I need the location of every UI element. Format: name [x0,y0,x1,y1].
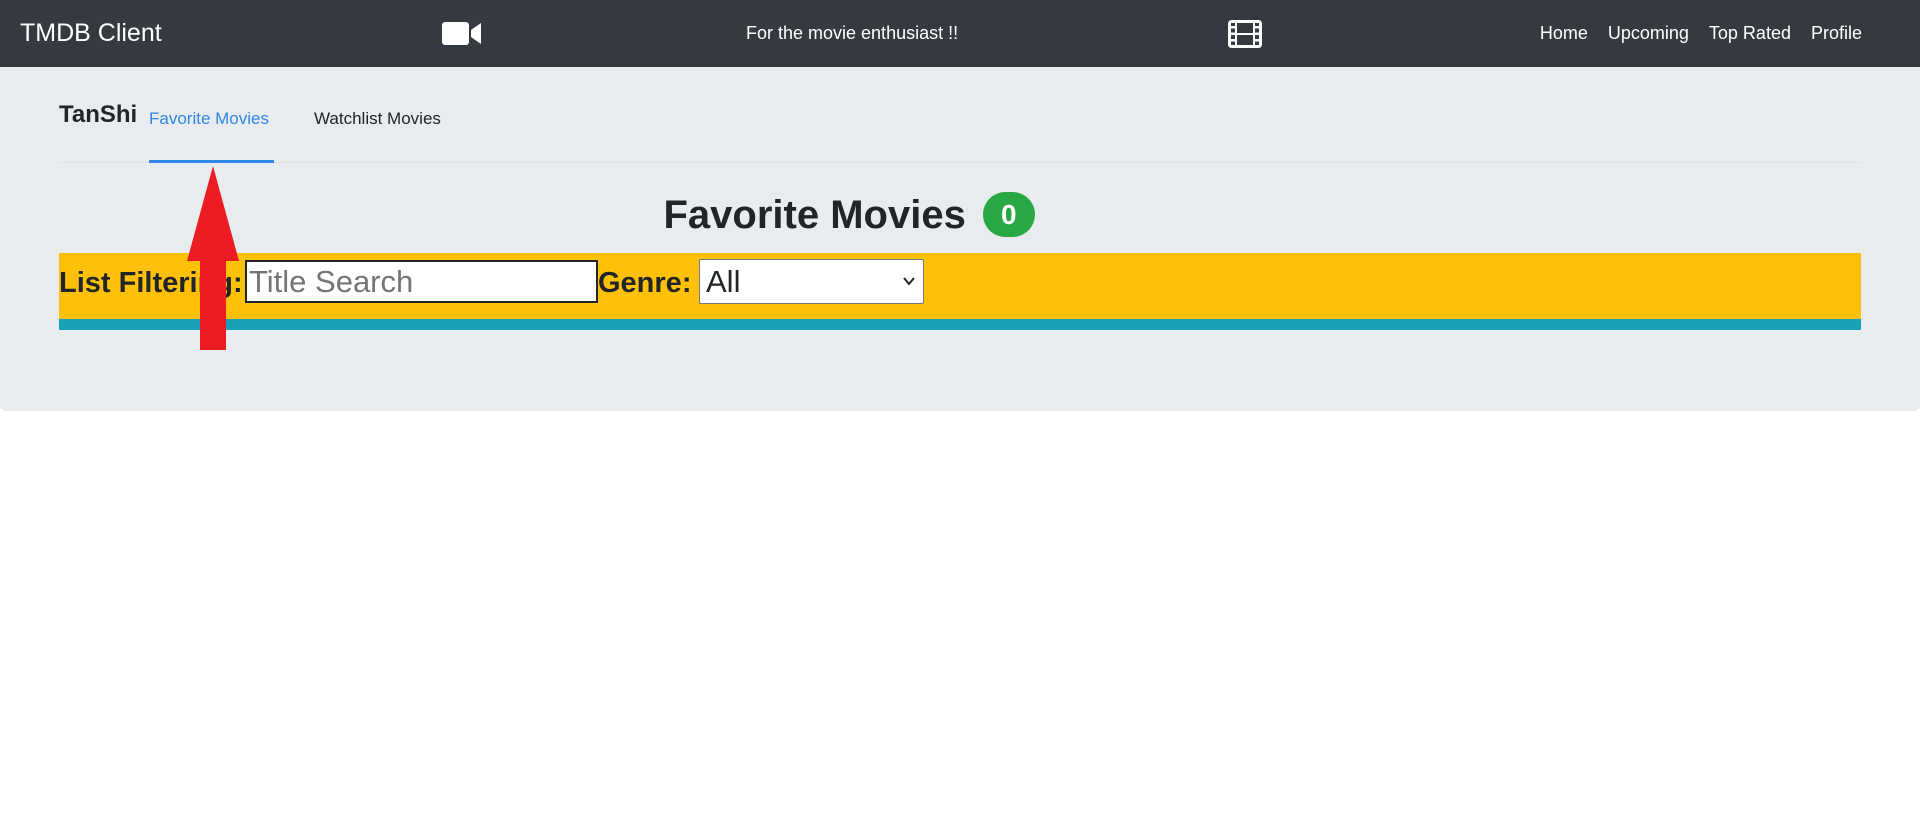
chevron-down-icon [903,277,915,286]
nav-upcoming-link[interactable]: Upcoming [1598,23,1699,44]
tab-watchlist-movies[interactable]: Watchlist Movies [314,109,441,163]
navbar-tagline: For the movie enthusiast !! [746,23,959,43]
film-icon [1228,20,1262,48]
nav-profile-link[interactable]: Profile [1801,23,1872,44]
genre-selected-value: All [706,264,741,299]
section-heading: Favorite Movies 0 [0,187,1698,243]
list-filter-bar: List Filtering: Genre: All [59,253,1861,319]
top-navbar: TMDB Client For the movie enthusiast !! … [0,0,1920,67]
section-title: Favorite Movies [663,193,966,237]
annotation-up-arrow-icon [187,166,239,350]
nav-links: Home Upcoming Top Rated Profile [1530,0,1872,67]
username: TanShi [59,101,138,128]
tab-favorite-movies[interactable]: Favorite Movies [149,109,274,163]
movie-count-badge: 0 [982,192,1035,237]
profile-tabs-nav: TanShi Favorite Movies Watchlist Movies [59,67,1861,163]
title-search-input[interactable] [245,260,598,303]
genre-select[interactable]: All [699,259,924,304]
nav-top-rated-link[interactable]: Top Rated [1699,23,1801,44]
video-camera-icon [442,22,481,45]
brand-link[interactable]: TMDB Client [20,0,162,67]
nav-home-link[interactable]: Home [1530,23,1598,44]
genre-label: Genre: [598,267,692,299]
filter-divider-strip [59,319,1861,330]
profile-jumbotron: TanShi Favorite Movies Watchlist Movies … [0,67,1920,411]
